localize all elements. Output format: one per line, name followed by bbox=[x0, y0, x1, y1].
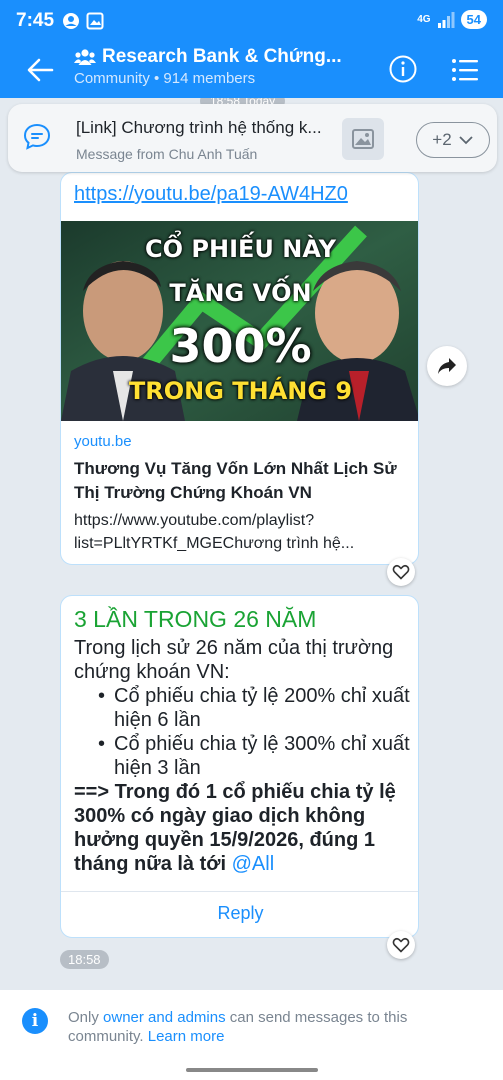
signal-icon bbox=[437, 11, 455, 28]
gallery-icon bbox=[86, 12, 104, 30]
message-bullets: Cổ phiếu chia tỷ lệ 200% chỉ xuất hiện 6… bbox=[96, 684, 414, 780]
share-button[interactable] bbox=[427, 346, 467, 386]
heart-icon bbox=[392, 564, 410, 580]
video-title[interactable]: Thương Vụ Tăng Vốn Lớn Nhất Lịch Sử Thị … bbox=[74, 457, 410, 505]
pinned-more-button[interactable]: +2 bbox=[416, 122, 490, 158]
battery-indicator: 54 bbox=[460, 10, 487, 29]
footer-notice: i Only owner and admins can send message… bbox=[0, 990, 503, 1080]
owner-admins-link[interactable]: owner and admins bbox=[103, 1009, 226, 1026]
react-button[interactable] bbox=[387, 931, 415, 959]
pinned-title: [Link] Chương trình hệ thống k... bbox=[76, 118, 322, 137]
pinned-sender: Message from Chu Anh Tuấn bbox=[76, 146, 258, 162]
react-button[interactable] bbox=[387, 558, 415, 586]
status-time: 7:45 bbox=[16, 10, 55, 31]
network-label: 4G bbox=[417, 13, 431, 25]
home-indicator[interactable] bbox=[186, 1068, 318, 1072]
share-arrow-icon bbox=[438, 358, 456, 374]
message-timestamp: 18:58 bbox=[60, 950, 109, 969]
pinned-more-count: +2 bbox=[432, 130, 452, 149]
link-domain: youtu.be bbox=[74, 433, 132, 450]
info-circle-icon: i bbox=[22, 1008, 48, 1034]
reply-button[interactable]: Reply bbox=[61, 903, 418, 924]
community-icon bbox=[74, 49, 96, 65]
heart-icon bbox=[392, 937, 410, 953]
status-right: 4G 54 bbox=[417, 10, 487, 29]
community-title: Research Bank & Chứng... bbox=[74, 46, 374, 68]
back-arrow-icon[interactable] bbox=[22, 54, 62, 86]
chat-bubble-icon bbox=[23, 123, 51, 150]
list-menu-icon[interactable] bbox=[450, 56, 480, 84]
message-intro: Trong lịch sử 26 năm của thị trường chứn… bbox=[74, 637, 394, 683]
status-bar: 7:45 4G 54 bbox=[0, 0, 503, 42]
header-title-area[interactable]: Research Bank & Chứng... Community • 914… bbox=[74, 46, 374, 87]
learn-more-link[interactable]: Learn more bbox=[148, 1028, 225, 1045]
community-subtitle: Community • 914 members bbox=[74, 70, 256, 87]
thumb-line-4: TRONG THÁNG 9 bbox=[128, 377, 353, 405]
message-conclusion: ==> Trong đó 1 cổ phiếu chia tỷ lệ 300% … bbox=[74, 780, 414, 876]
footer-text: Only owner and admins can send messages … bbox=[68, 1008, 468, 1046]
account-icon bbox=[63, 13, 79, 29]
text-message-card[interactable]: 3 LẦN TRONG 26 NĂM Trong lịch sử 26 năm … bbox=[60, 595, 419, 938]
message-body: Trong lịch sử 26 năm của thị trường chứn… bbox=[74, 636, 414, 876]
footer-text-pre: Only bbox=[68, 1009, 104, 1026]
link-message-card[interactable]: https://youtu.be/pa19-AW4HZ0 CỔ PHIẾU NÀ… bbox=[60, 172, 419, 565]
bullet-item: Cổ phiếu chia tỷ lệ 300% chỉ xuất hiện 3… bbox=[96, 732, 414, 780]
info-icon[interactable] bbox=[388, 54, 418, 84]
chevron-down-icon bbox=[459, 136, 473, 145]
pinned-message-bar[interactable]: [Link] Chương trình hệ thống k... Messag… bbox=[8, 104, 497, 172]
message-heading: 3 LẦN TRONG 26 NĂM bbox=[74, 606, 317, 632]
thumb-line-1: CỔ PHIẾU NÀY bbox=[145, 235, 336, 263]
app-bar: Research Bank & Chứng... Community • 914… bbox=[0, 42, 503, 98]
video-description: https://www.youtube.com/playlist?list=PL… bbox=[74, 512, 355, 552]
video-thumbnail[interactable]: CỔ PHIẾU NÀY TĂNG VỐN 300% TRONG THÁNG 9 bbox=[61, 221, 418, 421]
mention-all-link[interactable]: @All bbox=[232, 853, 275, 875]
divider bbox=[61, 891, 418, 892]
community-name: Research Bank & Chứng... bbox=[102, 46, 342, 67]
video-link[interactable]: https://youtu.be/pa19-AW4HZ0 bbox=[74, 183, 348, 206]
thumb-line-2: TĂNG VỐN bbox=[169, 279, 312, 307]
bullet-item: Cổ phiếu chia tỷ lệ 200% chỉ xuất hiện 6… bbox=[96, 684, 414, 732]
pinned-thumbnail bbox=[342, 118, 384, 160]
image-icon bbox=[352, 129, 374, 149]
thumb-line-3: 300% bbox=[169, 319, 312, 373]
